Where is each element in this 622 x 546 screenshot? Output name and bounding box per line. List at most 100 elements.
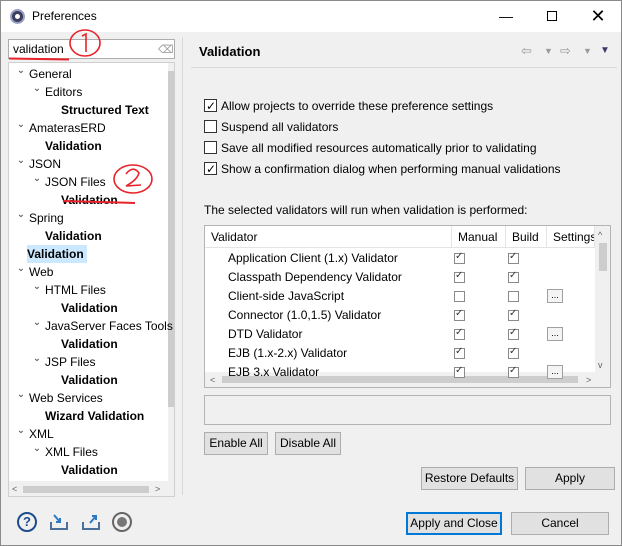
tree-item[interactable]: Spring — [29, 209, 67, 227]
build-checkbox[interactable] — [508, 308, 519, 321]
table-scroll-right-icon[interactable]: > — [586, 375, 591, 385]
view-menu-icon[interactable]: ▼ — [600, 45, 610, 56]
manual-checkbox[interactable] — [454, 365, 465, 378]
cancel-button[interactable]: Cancel — [511, 512, 609, 535]
validator-name[interactable]: EJB 3.x Validator — [228, 363, 450, 382]
tree-item[interactable]: Validation — [61, 371, 121, 389]
build-checkbox[interactable] — [508, 327, 519, 340]
table-scroll-left-icon[interactable]: < — [210, 375, 215, 385]
forward-menu-chevron-icon[interactable]: ▼ — [583, 46, 592, 56]
validator-name[interactable]: Connector (1.0,1.5) Validator — [228, 306, 450, 325]
tree-expand-chevron-icon[interactable]: ⌄ — [15, 65, 27, 83]
manual-checkbox[interactable] — [454, 270, 465, 283]
help-icon[interactable]: ? — [17, 512, 37, 532]
column-header-validator[interactable]: Validator — [205, 226, 452, 248]
tree-item[interactable]: Structured Text — [61, 101, 152, 119]
tree-item[interactable]: Editors — [45, 83, 85, 101]
checkbox-unchecked-icon[interactable] — [204, 141, 217, 154]
tree-item[interactable]: XML Files — [45, 443, 101, 461]
close-button[interactable]: ✕ — [575, 1, 621, 32]
tree-item[interactable]: General — [29, 65, 75, 83]
tree-item[interactable]: JavaServer Faces Tools — [45, 317, 174, 335]
tree-item[interactable]: Web Services — [29, 389, 106, 407]
table-vertical-scroll-thumb[interactable] — [599, 243, 607, 271]
import-icon[interactable] — [49, 512, 69, 532]
tree-item[interactable]: Web — [29, 263, 56, 281]
tree-expand-chevron-icon[interactable]: ⌄ — [15, 209, 27, 227]
tree-expand-chevron-icon[interactable]: ⌄ — [15, 425, 27, 443]
validator-name[interactable]: Client-side JavaScript — [228, 287, 450, 306]
clear-filter-icon[interactable]: ⌫ — [158, 43, 174, 56]
build-checkbox[interactable] — [508, 346, 519, 359]
validator-name[interactable]: DTD Validator — [228, 325, 450, 344]
tree-expand-chevron-icon[interactable]: ⌄ — [15, 389, 27, 407]
tree-item[interactable]: Validation — [45, 137, 105, 155]
tree-item[interactable]: JSON Files — [45, 173, 109, 191]
manual-checkbox[interactable] — [454, 291, 465, 302]
validator-settings-button[interactable]: ... — [547, 289, 563, 303]
table-scroll-down-icon[interactable]: v — [598, 360, 603, 370]
validator-name[interactable]: Application Client (1.x) Validator — [228, 249, 450, 268]
validator-settings-button[interactable]: ... — [547, 365, 563, 379]
build-checkbox[interactable] — [508, 251, 519, 264]
apply-and-close-button[interactable]: Apply and Close — [406, 512, 502, 535]
tree-item[interactable]: Validation — [61, 335, 121, 353]
pane-divider[interactable] — [182, 37, 183, 495]
validator-settings-button[interactable]: ... — [547, 327, 563, 341]
tree-expand-chevron-icon[interactable]: ⌄ — [31, 443, 43, 461]
export-icon[interactable] — [81, 512, 101, 532]
manual-checkbox[interactable] — [454, 251, 465, 264]
tree-item[interactable]: Validation — [27, 245, 87, 263]
maximize-button[interactable] — [529, 1, 575, 32]
tree-expand-chevron-icon[interactable]: ⌄ — [31, 281, 43, 299]
option-checkbox-row[interactable]: Save all modified resources automaticall… — [204, 139, 537, 157]
column-header-build[interactable]: Build — [506, 226, 547, 248]
tree-item[interactable]: Validation — [45, 227, 105, 245]
option-checkbox-row[interactable]: Suspend all validators — [204, 118, 338, 136]
tree-item[interactable]: JSP Files — [45, 353, 98, 371]
tree-item[interactable]: JSON — [29, 155, 64, 173]
tree-item[interactable]: Validation — [61, 299, 121, 317]
tree-expand-chevron-icon[interactable]: ⌄ — [31, 173, 43, 191]
tree-expand-chevron-icon[interactable]: ⌄ — [15, 263, 27, 281]
build-checkbox[interactable] — [508, 291, 519, 302]
forward-arrow-icon[interactable]: ⇨ — [560, 43, 571, 59]
build-checkbox[interactable] — [508, 365, 519, 378]
option-checkbox-row[interactable]: Show a confirmation dialog when performi… — [204, 160, 561, 178]
checkbox-checked-icon[interactable] — [204, 97, 217, 115]
checkbox-unchecked-icon[interactable] — [204, 120, 217, 133]
column-header-manual[interactable]: Manual — [452, 226, 506, 248]
tree-vertical-scroll-thumb[interactable] — [168, 71, 174, 407]
validator-name[interactable]: Classpath Dependency Validator — [228, 268, 450, 287]
manual-checkbox[interactable] — [454, 327, 465, 340]
back-menu-chevron-icon[interactable]: ▼ — [544, 46, 553, 56]
validator-name[interactable]: EJB (1.x-2.x) Validator — [228, 344, 450, 363]
disable-all-button[interactable]: Disable All — [275, 432, 341, 455]
scroll-left-icon[interactable]: < — [12, 484, 17, 494]
tree-expand-chevron-icon[interactable]: ⌄ — [15, 155, 27, 173]
tree-item[interactable]: Validation — [61, 461, 121, 479]
tree-item[interactable]: Wizard Validation — [45, 407, 147, 425]
column-header-settings[interactable]: Settings — [547, 226, 595, 248]
option-checkbox-row[interactable]: Allow projects to override these prefere… — [204, 97, 493, 115]
table-scroll-up-icon[interactable]: ^ — [598, 230, 602, 240]
tree-expand-chevron-icon[interactable]: ⌄ — [31, 317, 43, 335]
oomph-record-icon[interactable] — [112, 512, 132, 532]
tree-expand-chevron-icon[interactable]: ⌄ — [31, 83, 43, 101]
manual-checkbox[interactable] — [454, 308, 465, 321]
scroll-right-icon[interactable]: > — [155, 484, 160, 494]
tree-horizontal-scroll-thumb[interactable] — [23, 486, 149, 493]
back-arrow-icon[interactable]: ⇦ — [521, 43, 532, 59]
minimize-button[interactable]: — — [483, 1, 529, 32]
preference-tree[interactable]: < > ⌄ General ⌄ Editors Structured Text ⌄ Amat… — [8, 62, 175, 497]
tree-item[interactable]: AmaterasERD — [29, 119, 109, 137]
build-checkbox[interactable] — [508, 270, 519, 283]
tree-item[interactable]: HTML Files — [45, 281, 109, 299]
apply-button[interactable]: Apply — [525, 467, 615, 490]
tree-expand-chevron-icon[interactable]: ⌄ — [31, 353, 43, 371]
validators-table[interactable]: Validator Manual Build Settings ^ v < > … — [204, 225, 611, 388]
tree-expand-chevron-icon[interactable]: ⌄ — [15, 119, 27, 137]
restore-defaults-button[interactable]: Restore Defaults — [421, 467, 518, 490]
enable-all-button[interactable]: Enable All — [204, 432, 268, 455]
checkbox-checked-icon[interactable] — [204, 160, 217, 178]
